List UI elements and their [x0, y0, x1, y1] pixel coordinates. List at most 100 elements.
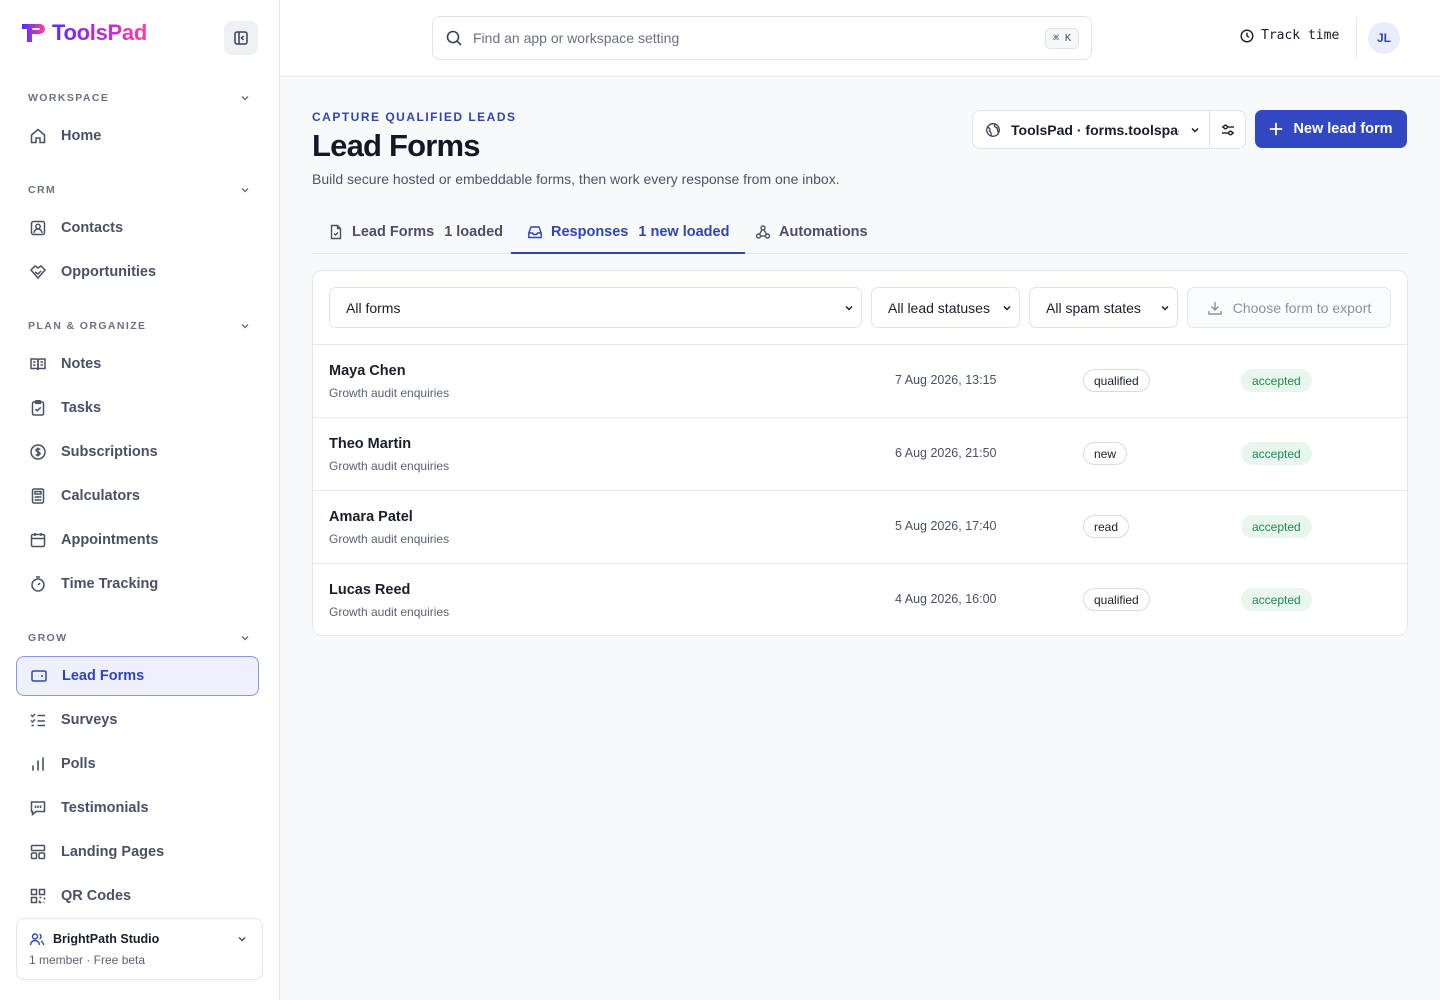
timer-icon — [31, 576, 45, 592]
site-selector: ToolsPad · forms.toolspad — [972, 110, 1246, 149]
sidebar-item-testimonials[interactable]: Testimonials — [16, 788, 259, 828]
section-crm[interactable]: CRM — [28, 184, 251, 196]
search-box[interactable]: ⌘ K — [432, 16, 1092, 60]
calendar-icon — [30, 533, 46, 548]
chevron-down-icon — [1191, 127, 1199, 133]
home-icon — [30, 128, 46, 144]
chevron-down-icon — [241, 95, 249, 101]
section-workspace[interactable]: WORKSPACE — [28, 92, 251, 104]
search-input[interactable] — [473, 30, 1035, 46]
section-plan-organize[interactable]: PLAN & ORGANIZE — [28, 320, 251, 332]
section-label: PLAN & ORGANIZE — [28, 320, 147, 332]
chevron-down-icon — [1003, 305, 1011, 311]
search-shortcut: ⌘ K — [1044, 27, 1079, 49]
sliders-icon — [1221, 124, 1234, 135]
lead-status-badge: read — [1083, 515, 1130, 538]
site-dropdown[interactable]: ToolsPad · forms.toolspad — [973, 111, 1209, 148]
sidebar-item-opportunities[interactable]: Opportunities — [16, 252, 259, 292]
section-label: CRM — [28, 184, 57, 196]
status-filter-value: All lead statuses — [888, 299, 990, 316]
page-eyebrow: CAPTURE QUALIFIED LEADS — [312, 110, 517, 124]
workspace-name: BrightPath Studio — [53, 932, 160, 946]
sidebar-item-home[interactable]: Home — [16, 116, 259, 156]
globe-icon — [986, 122, 1000, 137]
new-lead-form-label: New lead form — [1293, 121, 1393, 137]
spam-status-badge: accepted — [1241, 442, 1312, 465]
download-icon — [1208, 301, 1222, 315]
response-date: 7 Aug 2026, 13:15 — [895, 373, 997, 387]
webhook-icon — [755, 224, 771, 239]
sidebar-item-label: Contacts — [61, 220, 124, 236]
sidebar-item-tasks[interactable]: Tasks — [16, 388, 259, 428]
sidebar-item-surveys[interactable]: Surveys — [16, 700, 259, 740]
sidebar-item-label: Home — [61, 128, 102, 144]
section-label: GROW — [28, 632, 68, 644]
form-filter-select[interactable]: All forms — [329, 287, 862, 328]
tab-responses[interactable]: Responses 1 new loaded — [511, 210, 746, 254]
sidebar-item-appointments[interactable]: Appointments — [16, 520, 259, 560]
sidebar-item-time-tracking[interactable]: Time Tracking — [16, 564, 259, 604]
response-name: Maya Chen — [329, 363, 406, 379]
tab-lead-forms[interactable]: Lead Forms 1 loaded — [328, 210, 503, 253]
response-date: 6 Aug 2026, 21:50 — [895, 446, 997, 460]
tab-count: 1 new loaded — [638, 223, 730, 240]
sidebar-item-label: Time Tracking — [61, 576, 159, 592]
checklist-icon — [30, 713, 45, 727]
sidebar-item-label: Subscriptions — [61, 444, 158, 460]
app-name: ToolsPad — [52, 20, 147, 45]
status-filter-select[interactable]: All lead statuses — [871, 287, 1020, 328]
sidebar-item-lead-forms[interactable]: Lead Forms — [16, 656, 259, 696]
tab-count: 1 loaded — [444, 223, 504, 240]
sidebar-item-label: Lead Forms — [62, 668, 145, 684]
form-icon — [31, 670, 47, 682]
tab-label: Responses — [551, 223, 629, 240]
app-logo[interactable]: ToolsPad — [20, 20, 147, 46]
response-date: 5 Aug 2026, 17:40 — [895, 519, 997, 533]
tab-automations[interactable]: Automations — [755, 210, 868, 253]
responses-list: Maya Chen Growth audit enquiries 7 Aug 2… — [313, 344, 1407, 635]
topbar: ⌘ K Track time JL — [280, 0, 1440, 77]
sidebar-item-qr-codes[interactable]: QR Codes — [16, 876, 259, 916]
layout-icon — [30, 844, 46, 860]
response-name: Lucas Reed — [329, 582, 411, 598]
export-button[interactable]: Choose form to export — [1187, 287, 1391, 328]
user-avatar[interactable]: JL — [1368, 22, 1400, 54]
spam-filter-select[interactable]: All spam states — [1029, 287, 1178, 328]
spam-status-badge: accepted — [1241, 515, 1312, 538]
collapse-sidebar-button[interactable] — [224, 21, 258, 55]
lead-status-badge: qualified — [1083, 369, 1150, 392]
response-form: Growth audit enquiries — [329, 459, 450, 473]
track-time-label: Track time — [1261, 28, 1340, 43]
sidebar-item-landing-pages[interactable]: Landing Pages — [16, 832, 259, 872]
bar-chart-icon — [32, 757, 44, 771]
response-row[interactable]: Amara Patel Growth audit enquiries 5 Aug… — [313, 490, 1407, 563]
chevron-down-icon — [1161, 305, 1169, 311]
sidebar-item-calculators[interactable]: Calculators — [16, 476, 259, 516]
response-row[interactable]: Lucas Reed Growth audit enquiries 4 Aug … — [313, 563, 1407, 635]
opportunities-icon — [29, 265, 47, 280]
export-label: Choose form to export — [1232, 299, 1372, 316]
sidebar-item-label: Notes — [61, 356, 102, 372]
sidebar-item-notes[interactable]: Notes — [16, 344, 259, 384]
lead-status-badge: qualified — [1083, 588, 1150, 611]
page-title: Lead Forms — [312, 128, 481, 163]
response-name: Theo Martin — [329, 436, 412, 452]
logo-mark-icon — [22, 24, 45, 42]
workspace-switcher[interactable]: BrightPath Studio 1 member · Free beta — [16, 918, 263, 980]
track-time-button[interactable]: Track time — [1240, 28, 1339, 43]
sidebar-item-contacts[interactable]: Contacts — [16, 208, 259, 248]
section-label: WORKSPACE — [28, 92, 110, 104]
sidebar-item-label: Tasks — [61, 400, 102, 416]
sidebar-item-label: Appointments — [61, 532, 159, 548]
site-settings-button[interactable] — [1209, 111, 1245, 148]
response-row[interactable]: Theo Martin Growth audit enquiries 6 Aug… — [313, 417, 1407, 490]
new-lead-form-button[interactable]: New lead form — [1255, 110, 1407, 148]
section-grow[interactable]: GROW — [28, 632, 251, 644]
chevron-down-icon — [241, 323, 249, 329]
clock-icon — [1240, 28, 1254, 43]
tab-label: Automations — [779, 223, 868, 240]
sidebar-item-subscriptions[interactable]: Subscriptions — [16, 432, 259, 472]
sidebar-item-polls[interactable]: Polls — [16, 744, 259, 784]
response-row[interactable]: Maya Chen Growth audit enquiries 7 Aug 2… — [313, 344, 1407, 417]
dollar-icon — [30, 444, 46, 460]
